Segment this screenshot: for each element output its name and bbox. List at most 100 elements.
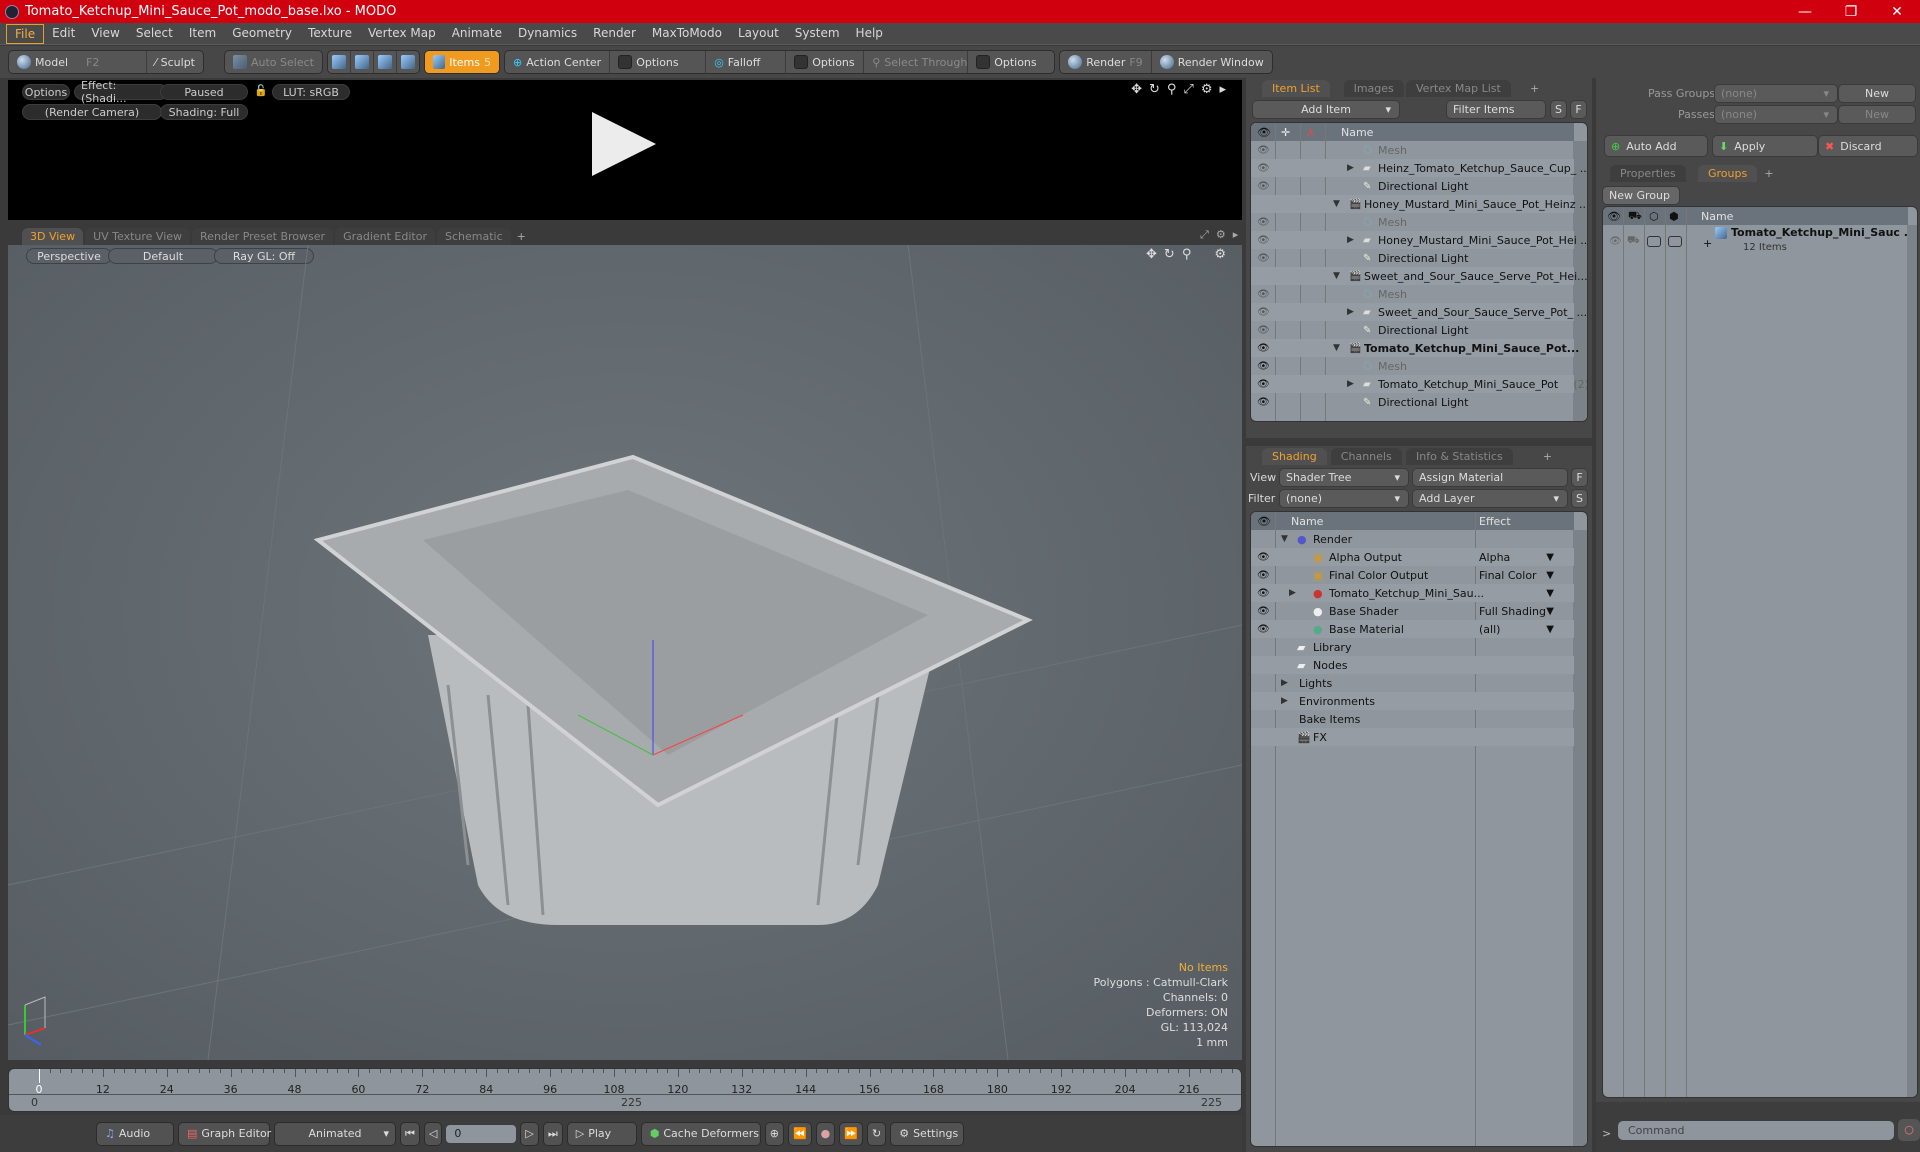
menu-vertex-map[interactable]: Vertex Map <box>360 24 444 44</box>
play-button[interactable]: ▷ Play <box>566 1121 637 1146</box>
collapse-arrow-icon[interactable]: ▼ <box>1281 534 1288 544</box>
tab-3d-view[interactable]: 3D View <box>22 228 84 245</box>
shader-tree-row[interactable]: ▰ Library <box>1251 638 1574 656</box>
visibility-toggle-icon[interactable]: 👁 <box>1257 379 1270 390</box>
visibility-toggle-icon[interactable]: 👁 <box>1257 253 1270 264</box>
visibility-toggle-icon[interactable]: 👁 <box>1257 325 1270 336</box>
shader-tree-row[interactable]: 👁 ▣ Final Color Output Final Color ▼ <box>1251 566 1574 584</box>
add-layer-dropdown[interactable]: Add Layer <box>1412 489 1568 508</box>
menu-geometry[interactable]: Geometry <box>224 24 300 44</box>
new-pass-group-button[interactable]: New <box>1838 84 1916 103</box>
expand-arrow-icon[interactable]: ▶ <box>1347 307 1354 317</box>
filter-f-button[interactable]: F <box>1570 100 1587 119</box>
menu-file[interactable]: File <box>6 23 45 44</box>
shading-dropdown[interactable]: Shading: Full <box>160 104 248 120</box>
item-list-row[interactable]: 👁 ▶ ▰ Honey_Mustard_Mini_Sauce_Pot_Hei ... <box>1251 231 1587 249</box>
animated-dropdown[interactable]: Animated ▾ <box>274 1121 396 1146</box>
effect-column-header[interactable]: Effect <box>1479 515 1511 528</box>
collapse-arrow-icon[interactable]: ▼ <box>1333 343 1340 353</box>
vertices-mode-button[interactable] <box>328 51 351 73</box>
add-tab-button[interactable]: + <box>1526 80 1543 97</box>
menu-render[interactable]: Render <box>585 24 644 44</box>
edges-mode-button[interactable] <box>351 51 374 73</box>
shading-f-button[interactable]: F <box>1571 468 1588 487</box>
tab-shading[interactable]: Shading <box>1262 448 1327 465</box>
visibility-toggle-icon[interactable]: 👁 <box>1257 552 1270 563</box>
sculpt-mode-button[interactable]: ⁄ Sculpt <box>147 51 203 73</box>
lut-dropdown[interactable]: LUT: sRGB <box>272 84 350 100</box>
falloff-button[interactable]: ◎ Falloff <box>706 51 787 73</box>
expand-arrow-icon[interactable]: ▶ <box>1347 163 1354 173</box>
tab-vertex-map-list[interactable]: Vertex Map List <box>1406 80 1511 97</box>
shader-tree-row[interactable]: 👁 ● Base Material (all) ▼ <box>1251 620 1574 638</box>
new-group-button[interactable]: New Group <box>1602 186 1680 205</box>
pass-groups-dropdown[interactable]: (none) ▾ <box>1714 84 1838 103</box>
shader-tree-row[interactable]: 👁 ● Base Shader Full Shading ▼ <box>1251 602 1574 620</box>
effect-dropdown-icon[interactable]: ▼ <box>1546 570 1554 581</box>
graph-editor-button[interactable]: ▤ Graph Editor <box>178 1121 271 1146</box>
render-camera-dropdown[interactable]: (Render Camera) <box>22 104 162 120</box>
item-list-row[interactable]: 👁 ✎ Directional Light <box>1251 321 1574 339</box>
add-item-dropdown[interactable]: Add Item <box>1252 100 1400 119</box>
visibility-toggle-icon[interactable]: 👁 <box>1257 163 1270 174</box>
zoom-icon[interactable]: ⚲ <box>1167 82 1177 97</box>
item-list-row[interactable]: 👁 ▶ ▰ Heinz_Tomato_Ketchup_Sauce_Cup_ ... <box>1251 159 1587 177</box>
menu-select[interactable]: Select <box>128 24 181 44</box>
visibility-toggle-icon[interactable]: 👁 <box>1257 606 1270 617</box>
visibility-toggle-icon[interactable]: 👁 <box>1257 289 1270 300</box>
passes-dropdown[interactable]: (none) ▾ <box>1714 105 1838 124</box>
expand-arrow-icon[interactable]: ▶ <box>1281 696 1288 706</box>
action-center-button[interactable]: ⊕ Action Center <box>505 51 611 73</box>
tab-item-list[interactable]: Item List <box>1262 80 1330 97</box>
discard-button[interactable]: ✖ Discard <box>1818 135 1918 157</box>
view-dropdown[interactable]: Shader Tree <box>1279 468 1409 487</box>
auto-add-button[interactable]: ⊕ Auto Add <box>1604 135 1708 157</box>
close-button[interactable]: ✕ <box>1874 0 1920 23</box>
key-prev-button[interactable]: ⏪ <box>787 1121 812 1146</box>
polygons-mode-button[interactable] <box>374 51 397 73</box>
action-center-options-button[interactable]: Options <box>610 51 707 73</box>
add-tab-button[interactable]: + <box>1539 448 1556 465</box>
model-mode-button[interactable]: Model F2 <box>9 51 147 73</box>
groups-scrollbar[interactable] <box>1907 225 1917 1097</box>
maximize-icon[interactable]: ⤢ <box>1183 82 1193 97</box>
gear-icon[interactable]: ⚙ <box>1216 228 1226 242</box>
lock-checkbox[interactable] <box>1647 235 1661 247</box>
visibility-toggle-icon[interactable]: 👁 <box>1257 343 1270 354</box>
items-mode-button[interactable]: Items 5 <box>424 51 499 73</box>
item-list-row[interactable]: 👁 ⬡ Mesh <box>1251 141 1574 159</box>
effect-dropdown-icon[interactable]: ▼ <box>1546 624 1554 635</box>
name-column-header[interactable]: Name <box>1341 126 1373 139</box>
menu-view[interactable]: View <box>83 24 127 44</box>
step-forward-button[interactable]: ▷ <box>520 1121 539 1146</box>
visibility-toggle-icon[interactable]: 👁 <box>1257 397 1270 408</box>
visibility-toggle-icon[interactable]: 👁 <box>1257 307 1270 318</box>
current-frame-input[interactable]: 0 <box>446 1124 517 1143</box>
visibility-toggle-icon[interactable]: 👁 <box>1609 236 1622 247</box>
shader-tree-row[interactable]: Bake Items <box>1251 710 1574 728</box>
menu-maxtomodo[interactable]: MaxToModo <box>644 24 730 44</box>
tab-gradient-editor[interactable]: Gradient Editor <box>335 228 435 245</box>
timeline[interactable]: 0 12 24 36 48 60 72 84 96 108 120 132 144 156 168 180 19… <box>8 1068 1242 1112</box>
go-to-start-button[interactable]: ⏮ <box>400 1121 420 1146</box>
visibility-toggle-icon[interactable]: 👁 <box>1257 181 1270 192</box>
effect-value[interactable]: Full Shading <box>1479 605 1546 618</box>
timeline-playhead[interactable] <box>39 1069 40 1083</box>
preview-options-button[interactable]: Options <box>22 84 70 100</box>
cache-deformers-button[interactable]: ⬢ Cache Deformers <box>640 1121 761 1146</box>
shader-tree-row[interactable]: 👁 ▣ Alpha Output Alpha ▼ <box>1251 548 1574 566</box>
lock-icon[interactable]: 🔓 <box>254 84 268 97</box>
menu-dynamics[interactable]: Dynamics <box>510 24 585 44</box>
expand-arrow-icon[interactable]: ▶ <box>1289 588 1296 598</box>
menu-item[interactable]: Item <box>181 24 224 44</box>
menu-animate[interactable]: Animate <box>444 24 510 44</box>
menu-edit[interactable]: Edit <box>44 24 83 44</box>
effect-value[interactable]: Final Color <box>1479 569 1537 582</box>
tab-info-statistics[interactable]: Info & Statistics <box>1406 448 1513 465</box>
audio-button[interactable]: ♫ Audio <box>96 1121 174 1146</box>
render-window-button[interactable]: Render Window <box>1152 51 1272 73</box>
shading-s-button[interactable]: S <box>1571 489 1588 508</box>
key-next-button[interactable]: ⏩ <box>839 1121 863 1146</box>
effect-value[interactable]: Alpha <box>1479 551 1510 564</box>
expand-plus-icon[interactable]: + <box>1703 237 1712 250</box>
